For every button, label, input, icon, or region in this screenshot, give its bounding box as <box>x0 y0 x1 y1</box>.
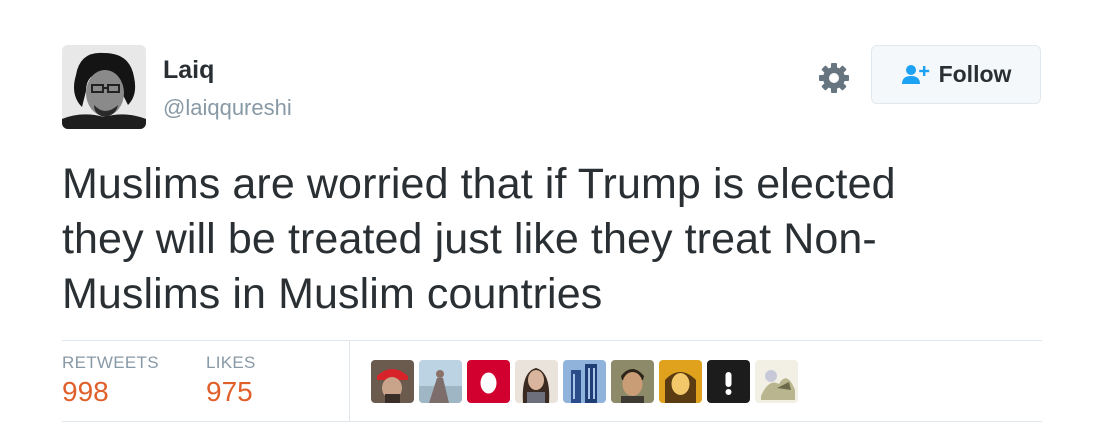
retweets-count[interactable]: 998 <box>62 376 109 408</box>
tweet-text: Muslims are worried that if Trump is ele… <box>62 157 1042 322</box>
follow-button-label: Follow <box>938 61 1012 87</box>
liker-avatar-landscape[interactable] <box>419 360 462 403</box>
liker-avatar-man[interactable] <box>611 360 654 403</box>
likes-label[interactable]: LIKES <box>206 353 256 373</box>
follow-button[interactable]: Follow <box>871 45 1041 104</box>
stats-divider <box>349 340 350 421</box>
liker-avatar-egg[interactable] <box>467 360 510 403</box>
divider-top <box>62 340 1042 341</box>
liker-avatar-dark[interactable] <box>707 360 750 403</box>
likes-count[interactable]: 975 <box>206 376 253 408</box>
retweets-label[interactable]: RETWEETS <box>62 353 159 373</box>
liker-avatar-cartoon[interactable] <box>755 360 798 403</box>
profile-avatar[interactable] <box>62 45 146 129</box>
user-display-name[interactable]: Laiq <box>163 56 214 85</box>
liker-avatar-woman[interactable] <box>515 360 558 403</box>
tweet-text-line: Muslims in Muslim countries <box>62 270 603 318</box>
liker-avatar-red-cap[interactable] <box>371 360 414 403</box>
add-user-icon <box>901 64 929 84</box>
divider-bottom <box>62 421 1042 422</box>
user-handle[interactable]: @laiqqureshi <box>163 95 292 121</box>
gear-icon[interactable] <box>816 60 852 96</box>
liker-avatar-yellow[interactable] <box>659 360 702 403</box>
tweet-text-line: Muslims are worried that if Trump is ele… <box>62 160 896 208</box>
tweet-text-line: they will be treated just like they trea… <box>62 215 877 263</box>
liker-avatar-buildings[interactable] <box>563 360 606 403</box>
profile-avatar-image <box>62 45 146 129</box>
